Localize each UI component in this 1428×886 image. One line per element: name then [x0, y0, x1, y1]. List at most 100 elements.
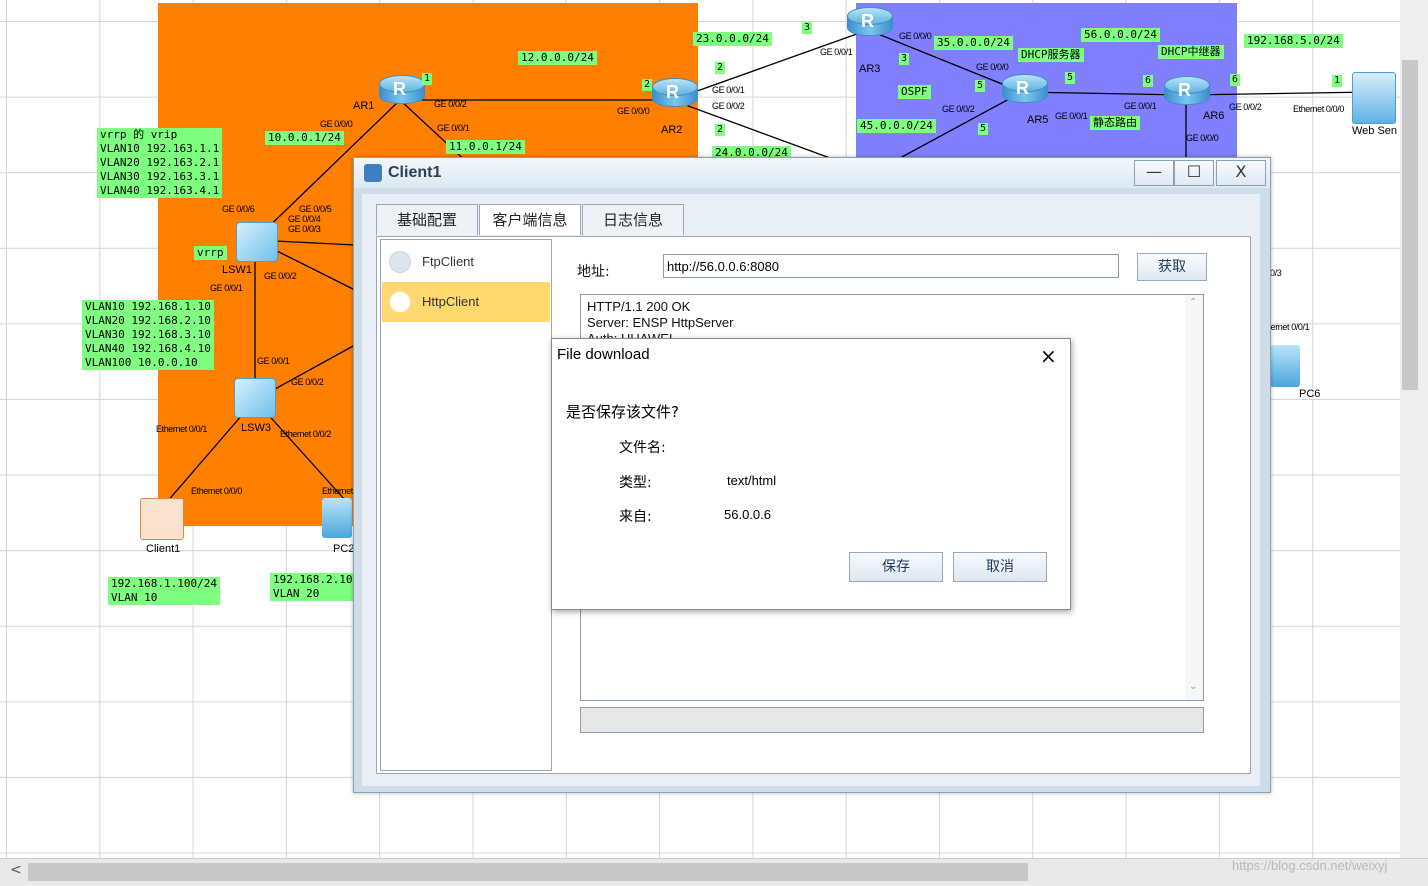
client1-icon[interactable] [140, 498, 184, 540]
port-label: GE 0/0/1 [257, 356, 290, 366]
vlan-list-label: VLAN10 192.168.1.10 VLAN20 192.168.2.10 … [82, 300, 214, 370]
tab-basic-config[interactable]: 基础配置 [376, 204, 478, 235]
tab-client-info[interactable]: 客户端信息 [479, 204, 581, 235]
vrrp-label: vrrp [194, 246, 227, 260]
port-label: GE 0/0/1 [820, 47, 853, 57]
router-ar1-icon[interactable]: R [379, 75, 425, 111]
port-label: GE 0/0/1 [1124, 101, 1157, 111]
from-value: 56.0.0.6 [724, 507, 771, 522]
device-label: PC2 [333, 543, 355, 555]
dhcp-relay-label: DHCP中继器 [1158, 45, 1224, 59]
pc6-icon[interactable] [1270, 345, 1300, 387]
port-label: GE 0/0/2 [712, 101, 745, 111]
window-titlebar[interactable]: Client1 — ☐ X [354, 158, 1270, 188]
device-label: PC6 [1299, 388, 1321, 400]
port-label: GE 0/0/1 [210, 283, 243, 293]
device-label: AR5 [1027, 114, 1049, 126]
port-label: Ethernet 0/0/0 [191, 486, 242, 496]
device-label: Web Sen [1352, 125, 1398, 137]
horizontal-scrollbar[interactable]: < [0, 858, 1428, 886]
progress-bar [580, 707, 1204, 733]
port-label: GE 0/0/0 [1186, 133, 1219, 143]
port-label: GE 0/0/6 [222, 204, 255, 214]
network-label: 11.0.0.1/24 [446, 140, 525, 154]
port-label: GE 0/0/1 [1055, 111, 1088, 121]
router-ar3-icon[interactable]: R [847, 7, 893, 43]
response-line: Server: ENSP HttpServer [587, 315, 734, 330]
network-label: 23.0.0.0/24 [693, 32, 772, 46]
port-label: GE 0/0/2 [264, 271, 297, 281]
web-server-icon[interactable] [1352, 72, 1396, 124]
minimize-button[interactable]: — [1134, 160, 1174, 186]
interface-number: 1 [422, 73, 433, 85]
fetch-button[interactable]: 获取 [1137, 253, 1207, 281]
scroll-down-icon[interactable]: ⌄ [1189, 681, 1197, 692]
close-button[interactable]: X [1216, 160, 1266, 186]
nav-item-label: FtpClient [422, 254, 475, 269]
interface-number: 5 [975, 80, 986, 92]
save-button[interactable]: 保存 [849, 552, 943, 582]
address-input[interactable]: http://56.0.0.6:8080 [663, 254, 1119, 278]
vertical-scrollbar[interactable] [1400, 0, 1428, 858]
network-label: 12.0.0.0/24 [518, 51, 597, 65]
port-label: GE 0/0/1 [437, 123, 470, 133]
dialog-title: File download [557, 346, 650, 363]
port-label: Ethernet 0/0/1 [156, 424, 207, 434]
port-label: 0/3 [1270, 268, 1282, 278]
scroll-thumb[interactable] [1402, 60, 1418, 390]
static-route-label: 静态路由 [1090, 116, 1140, 130]
device-label: AR3 [859, 63, 881, 75]
filename-label: 文件名: [619, 440, 666, 456]
interface-number: 3 [899, 53, 910, 65]
device-label: LSW3 [241, 422, 271, 434]
port-label: GE 0/0/1 [712, 85, 745, 95]
dialog-close-icon[interactable]: × [1040, 344, 1057, 368]
device-label: AR2 [661, 124, 683, 136]
router-ar6-icon[interactable]: R [1164, 76, 1210, 112]
client-type-list: FtpClient HttpClient [380, 239, 552, 771]
port-label: GE 0/0/0 [976, 62, 1009, 72]
device-label: AR6 [1203, 110, 1225, 122]
nav-item-ftpclient[interactable]: FtpClient [382, 242, 550, 282]
tab-log-info[interactable]: 日志信息 [582, 204, 684, 235]
router-ar5-icon[interactable]: R [1002, 74, 1048, 110]
switch-lsw1-icon[interactable] [236, 222, 278, 262]
dialog-question: 是否保存该文件? [566, 403, 679, 421]
cancel-button[interactable]: 取消 [953, 552, 1047, 582]
network-label: 56.0.0.0/24 [1081, 28, 1160, 42]
network-label: 45.0.0.0/24 [857, 119, 936, 133]
interface-number: 5 [978, 123, 989, 135]
maximize-button[interactable]: ☐ [1174, 160, 1214, 186]
port-label: GE 0/0/4 [288, 214, 321, 224]
port-label: GE 0/0/0 [617, 106, 650, 116]
router-ar2-icon[interactable]: R [652, 78, 698, 114]
type-value: text/html [727, 473, 777, 488]
device-label: LSW1 [222, 264, 252, 276]
file-download-dialog[interactable]: File download × 是否保存该文件? 文件名: 类型: text/h… [551, 338, 1071, 610]
port-label: GE 0/0/2 [1229, 102, 1262, 112]
address-label: 地址: [577, 264, 610, 280]
interface-number: 2 [642, 79, 653, 91]
response-scrollbar[interactable]: ⌃ ⌄ [1185, 295, 1203, 700]
http-status-icon [389, 291, 411, 313]
scroll-thumb[interactable] [28, 863, 1028, 881]
scroll-left-icon[interactable]: < [10, 862, 22, 878]
port-label: GE 0/0/5 [299, 204, 332, 214]
interface-number: 1 [1332, 75, 1343, 87]
pc2-icon[interactable] [322, 498, 352, 538]
interface-number: 5 [1065, 72, 1076, 84]
port-label: GE 0/0/2 [291, 377, 324, 387]
port-label: GE 0/0/2 [434, 99, 467, 109]
ftp-status-icon [389, 251, 411, 273]
app-icon [364, 164, 382, 182]
port-label: GE 0/0/0 [899, 31, 932, 41]
port-label: Ethernet 0/0/2 [280, 429, 331, 439]
scroll-up-icon[interactable]: ⌃ [1189, 297, 1197, 308]
interface-number: 2 [715, 62, 726, 74]
nav-item-httpclient[interactable]: HttpClient [382, 282, 550, 322]
port-label: Ethernet 0/0/0 [1293, 104, 1344, 114]
port-label: hernet 0/0/1 [1266, 322, 1310, 332]
switch-lsw3-icon[interactable] [234, 378, 276, 418]
interface-number: 2 [715, 124, 726, 136]
watermark: https://blog.csdn.net/weixyj [1232, 858, 1388, 873]
